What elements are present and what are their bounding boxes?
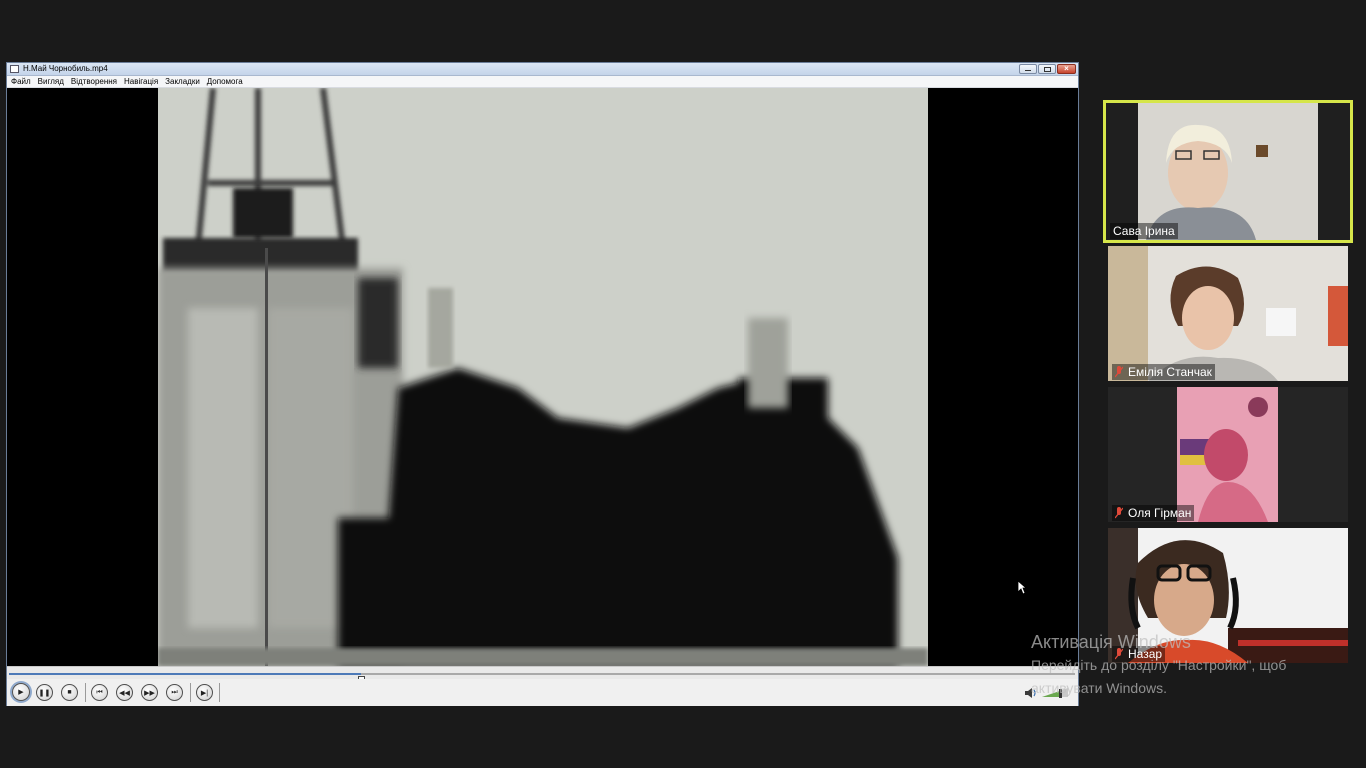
minimize-button[interactable] [1019, 64, 1037, 74]
close-button[interactable]: × [1057, 64, 1076, 74]
participant-name-text: Емілія Станчак [1128, 365, 1212, 379]
mic-muted-icon [1115, 507, 1123, 519]
menu-playback[interactable]: Відтворення [71, 76, 121, 87]
previous-button[interactable]: ⏮ [91, 684, 108, 701]
fast-forward-icon: ▶▶ [144, 689, 155, 697]
next-button[interactable]: ⏭ [166, 684, 183, 701]
next-icon: ⏭ [171, 688, 178, 696]
mouse-cursor-icon [1017, 580, 1027, 595]
restore-button[interactable] [1038, 64, 1056, 74]
participant-name: Оля Гірман [1112, 505, 1195, 521]
video-frame-image [158, 88, 928, 666]
participant-tile[interactable]: Оля Гірман [1108, 387, 1348, 522]
menu-file[interactable]: Файл [11, 76, 35, 87]
participant-tile-active[interactable]: Сава Ірина [1103, 100, 1353, 243]
participant-tile[interactable]: Емілія Станчак [1108, 246, 1348, 381]
watermark-line-1: Перейдіть до розділу "Настройки", щоб [1031, 657, 1287, 673]
frame-step-icon: ▶| [200, 689, 209, 697]
separator [219, 683, 220, 702]
seek-track[interactable] [9, 673, 1075, 684]
minimize-icon [1025, 70, 1031, 71]
participant-video [1108, 246, 1348, 381]
windows-activation-watermark: Активація Windows Перейдіть до розділу "… [1031, 632, 1286, 699]
rewind-icon: ◀◀ [119, 689, 130, 697]
pause-icon: ❚❚ [38, 689, 51, 697]
video-frame [158, 88, 928, 666]
stop-button[interactable]: ■ [61, 684, 78, 701]
participant-name-text: Оля Гірман [1128, 506, 1192, 520]
pause-button[interactable]: ❚❚ [36, 684, 53, 701]
participant-video [1106, 103, 1350, 240]
play-icon: ▶ [18, 689, 24, 696]
separator [190, 683, 191, 702]
participant-name: Сава Ірина [1110, 223, 1178, 239]
fast-forward-button[interactable]: ▶▶ [141, 684, 158, 701]
frame-step-button[interactable]: ▶| [196, 684, 213, 701]
close-icon: × [1064, 64, 1069, 73]
previous-icon: ⏮ [96, 688, 103, 696]
participant-video [1108, 387, 1348, 522]
menu-bar: Файл Вигляд Відтворення Навігація Заклад… [7, 76, 1078, 88]
seek-bar[interactable] [7, 666, 1078, 684]
play-button[interactable]: ▶ [12, 683, 30, 701]
seek-fill [9, 673, 361, 675]
separator [85, 683, 86, 702]
stop-icon: ■ [67, 689, 72, 696]
video-area[interactable] [7, 88, 1078, 666]
mic-muted-icon [1115, 366, 1123, 378]
playback-controls: ▶ ❚❚ ■ ⏮ ◀◀ ▶▶ ⏭ ▶| [7, 679, 1078, 706]
menu-navigation[interactable]: Навігація [124, 76, 162, 87]
menu-help[interactable]: Допомога [207, 76, 247, 87]
rewind-button[interactable]: ◀◀ [116, 684, 133, 701]
menu-view[interactable]: Вигляд [38, 76, 68, 87]
title-bar[interactable]: Н.Май Чорнобиль.mp4 × [7, 63, 1078, 76]
app-icon [10, 65, 19, 73]
participant-name: Емілія Станчак [1112, 364, 1215, 380]
restore-icon [1044, 67, 1051, 72]
media-player-window: Н.Май Чорнобиль.mp4 × Файл Вигляд Відтво… [6, 62, 1079, 706]
menu-bookmarks[interactable]: Закладки [165, 76, 204, 87]
window-title: Н.Май Чорнобиль.mp4 [23, 64, 108, 73]
watermark-line-2: активувати Windows. [1031, 680, 1167, 696]
watermark-title: Активація Windows [1031, 632, 1191, 652]
